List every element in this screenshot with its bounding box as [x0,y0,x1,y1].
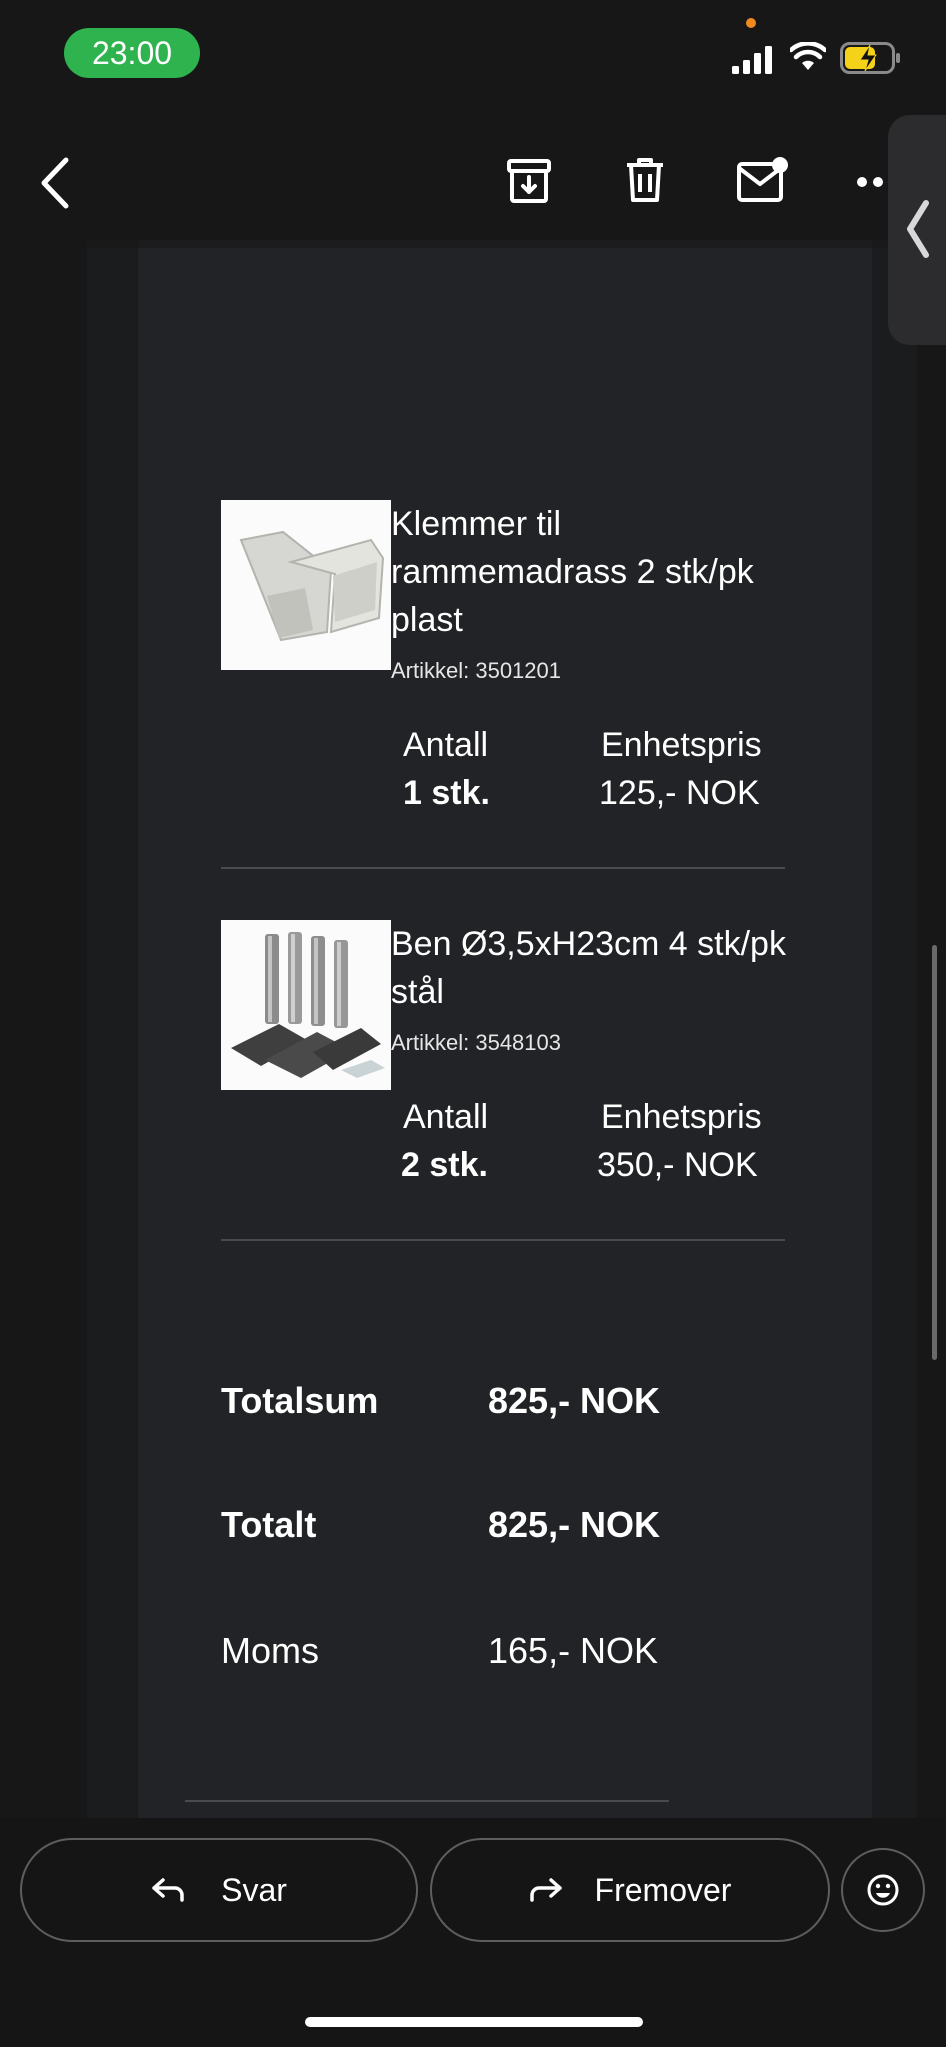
scrollbar[interactable] [932,945,937,1360]
archive-button[interactable] [506,158,552,204]
status-time: 23:00 [64,28,200,78]
email-toolbar [0,98,946,248]
reply-icon [152,1878,184,1902]
order-line-item: Klemmer til rammemadrass 2 stk/pk plast … [221,500,785,820]
unit-price-value: 125,- NOK [599,774,760,812]
vat-label: Moms [221,1630,319,1671]
react-emoji-button[interactable] [841,1848,925,1932]
emoji-icon [867,1874,899,1906]
product-image-legs [221,920,391,1090]
chevron-left-icon [907,200,929,258]
forward-icon [529,1878,562,1902]
privacy-indicator-dot [746,18,756,28]
unit-price-value: 350,- NOK [597,1146,758,1184]
order-line-item: Ben Ø3,5xH23cm 4 stk/pk stål Artikkel: 3… [221,920,786,1240]
quantity-label: Antall [403,1098,489,1136]
reply-label: Svar [221,1871,287,1908]
divider [221,1239,785,1241]
product-name: Ben Ø3,5xH23cm 4 stk/pk stål [391,925,786,1011]
vat-value: 165,- NOK [488,1630,659,1671]
battery-charging-icon [840,42,900,74]
quantity-label: Antall [403,726,489,764]
home-indicator[interactable] [305,2017,643,2027]
totalsum-value: 825,- NOK [488,1380,661,1421]
mark-unread-button[interactable] [736,156,792,204]
total-label: Totalt [221,1504,317,1545]
unit-price-label: Enhetspris [601,726,762,764]
wifi-icon [790,42,826,70]
product-article-number: Artikkel: 3548103 [391,1030,561,1055]
product-image-clips [221,500,391,670]
side-panel-handle[interactable] [888,115,946,345]
totalsum-label: Totalsum [221,1380,379,1421]
product-article-number: Artikkel: 3501201 [391,658,561,683]
forward-label: Fremover [594,1871,732,1908]
reply-button[interactable]: Svar [20,1838,418,1942]
divider [221,867,785,869]
divider [185,1800,669,1802]
forward-button[interactable]: Fremover [430,1838,830,1942]
back-button[interactable] [36,156,72,210]
unit-price-label: Enhetspris [601,1098,762,1136]
more-options-button[interactable] [856,176,886,188]
delete-button[interactable] [624,156,666,204]
product-name: Klemmer til rammemadrass 2 stk/pk plast [391,505,754,639]
quantity-value: 1 stk. [403,774,490,812]
quantity-value: 2 stk. [401,1146,488,1184]
total-value: 825,- NOK [488,1504,661,1545]
cellular-signal-icon [732,46,772,74]
